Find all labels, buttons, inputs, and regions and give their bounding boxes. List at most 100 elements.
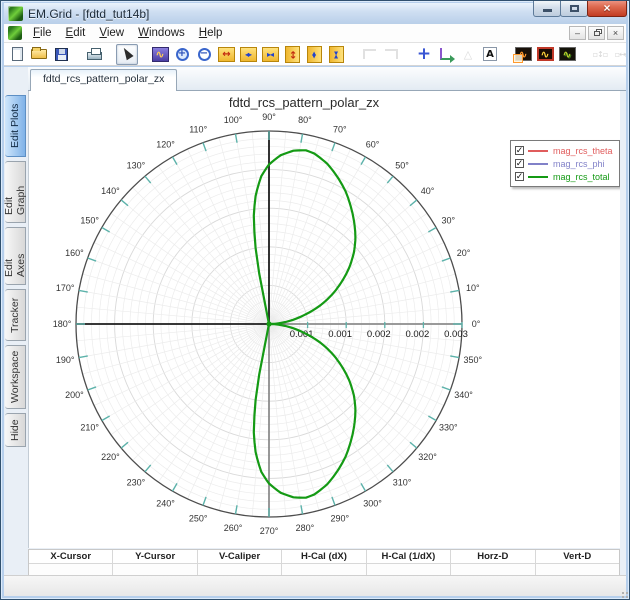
mdi-close-button[interactable]: × <box>607 26 624 40</box>
app-logo-icon <box>8 26 22 40</box>
minimize-button[interactable] <box>533 1 561 17</box>
axes-button[interactable] <box>435 44 457 65</box>
expand-x-button[interactable] <box>215 44 237 65</box>
zoom-in-button[interactable] <box>171 44 193 65</box>
client-area: fdtd_rcs_pattern_polar_zx Edit Plots Edit… <box>3 67 626 596</box>
compress-x-button[interactable] <box>259 44 281 65</box>
svg-text:0.001: 0.001 <box>328 329 352 340</box>
save-file-button[interactable] <box>50 44 72 65</box>
center-x-button[interactable] <box>237 44 259 65</box>
menu-bar: File Edit View Windows Help – × <box>4 24 626 43</box>
svg-text:90°: 90° <box>262 112 276 122</box>
menu-file[interactable]: File <box>26 25 59 41</box>
mdi-restore-button[interactable] <box>588 26 605 40</box>
menu-windows[interactable]: Windows <box>131 25 192 41</box>
svg-text:310°: 310° <box>393 478 412 488</box>
save-file-icon <box>54 47 68 61</box>
svg-text:0°: 0° <box>472 319 481 329</box>
app-window: EM.Grid - [fdtd_tut14b] × File Edit View Wi… <box>0 0 630 600</box>
close-button[interactable]: × <box>587 0 627 17</box>
svg-text:180°: 180° <box>53 319 72 329</box>
svg-text:150°: 150° <box>80 216 99 226</box>
svg-text:0.002: 0.002 <box>367 329 391 340</box>
zoom-out-button[interactable] <box>193 44 215 65</box>
svg-text:110°: 110° <box>189 124 207 134</box>
maximize-button[interactable] <box>560 1 588 17</box>
pointer-select-icon <box>120 45 134 61</box>
sidebar-tab-hide[interactable]: Hide <box>5 413 26 447</box>
open-file-icon <box>31 47 47 59</box>
triangle-button <box>457 44 479 65</box>
plot-orange-icon <box>512 47 532 63</box>
pointer-select-button[interactable] <box>116 43 138 65</box>
menu-edit[interactable]: Edit <box>59 25 93 41</box>
legend-label: mag_rcs_theta <box>553 145 613 156</box>
svg-text:40°: 40° <box>421 186 435 196</box>
maximize-icon <box>569 5 579 12</box>
svg-text:320°: 320° <box>418 452 437 462</box>
sidebar-tab-workspace[interactable]: Workspace <box>5 345 26 409</box>
svg-text:240°: 240° <box>156 498 175 508</box>
minimize-icon <box>542 8 552 12</box>
svg-text:0.002: 0.002 <box>406 329 430 340</box>
svg-text:170°: 170° <box>56 283 75 293</box>
axes-icon <box>439 48 455 63</box>
svg-text:30°: 30° <box>441 216 455 226</box>
expand-x-icon <box>217 46 235 62</box>
legend-entry: ✓ mag_rcs_theta <box>515 144 613 157</box>
svg-text:140°: 140° <box>101 186 120 196</box>
center-x-icon <box>239 46 257 62</box>
print-button[interactable] <box>83 44 105 65</box>
cursor-table-header: V-Caliper <box>198 550 283 563</box>
new-file-button[interactable] <box>6 44 28 65</box>
menu-view[interactable]: View <box>92 25 131 41</box>
legend-checkbox[interactable]: ✓ <box>515 146 524 155</box>
svg-text:0.003: 0.003 <box>444 329 468 340</box>
svg-text:270°: 270° <box>260 526 279 536</box>
zoom-in-icon <box>175 47 189 61</box>
text-label-button[interactable] <box>479 44 501 65</box>
corner-left-icon <box>362 49 376 59</box>
svg-text:290°: 290° <box>330 514 349 524</box>
plot-orange-button[interactable] <box>512 44 534 65</box>
plot-red-button[interactable] <box>534 44 556 65</box>
cursor-table-header: H-Cal (dX) <box>282 550 367 563</box>
corner-right-icon <box>384 49 398 59</box>
triangle-icon <box>464 48 472 61</box>
window-title: EM.Grid - [fdtd_tut14b] <box>28 6 150 21</box>
svg-text:350°: 350° <box>464 355 483 365</box>
cursor-table-header: Horz-D <box>451 550 536 563</box>
plot-dark-button[interactable] <box>556 44 578 65</box>
sidebar-tab-edit-graph[interactable]: Edit Graph <box>3 161 27 223</box>
open-file-button[interactable] <box>28 44 50 65</box>
resize-grip[interactable] <box>622 592 624 594</box>
legend-entry: ✓ mag_rcs_total <box>515 170 613 183</box>
sidebar-tab-tracker[interactable]: Tracker <box>5 289 26 341</box>
plot-legend: ✓ mag_rcs_theta ✓ mag_rcs_phi ✓ mag_rcs_total <box>510 140 620 187</box>
menu-help[interactable]: Help <box>192 25 230 41</box>
close-icon: × <box>603 0 611 15</box>
expand-y-button[interactable] <box>281 44 303 65</box>
legend-checkbox[interactable]: ✓ <box>515 159 524 168</box>
sidebar-tab-edit-axes[interactable]: Edit Axes <box>3 227 27 285</box>
svg-text:190°: 190° <box>56 355 75 365</box>
tab-fdtd-rcs-pattern-polar-zx[interactable]: fdtd_rcs_pattern_polar_zx <box>30 69 178 91</box>
svg-text:210°: 210° <box>80 423 99 433</box>
legend-checkbox[interactable]: ✓ <box>515 172 524 181</box>
crosshair-button[interactable] <box>413 44 435 65</box>
legend-label: mag_rcs_phi <box>553 158 605 169</box>
cursor-table-header: H-Cal (1/dX) <box>367 550 452 563</box>
print-icon <box>86 48 102 60</box>
cursor-readout-table: X-Cursor Y-Cursor V-Caliper H-Cal (dX) H-Cal… <box>28 549 620 577</box>
svg-text:130°: 130° <box>127 160 146 170</box>
compress-y-button[interactable] <box>325 44 347 65</box>
plot-dark-icon <box>558 47 576 61</box>
svg-text:300°: 300° <box>363 498 382 508</box>
mdi-minimize-button[interactable]: – <box>569 26 586 40</box>
fit-plot-button[interactable] <box>149 44 171 65</box>
sidebar-tab-edit-plots[interactable]: Edit Plots <box>5 95 26 157</box>
cursor-table-header: Y-Cursor <box>113 550 198 563</box>
center-y-button[interactable] <box>303 44 325 65</box>
svg-text:220°: 220° <box>101 452 120 462</box>
plot-canvas[interactable]: 0° 10° 20° 30° 40° 50° 60° 70° 80° 90° 100° 110° 120… <box>28 91 620 548</box>
